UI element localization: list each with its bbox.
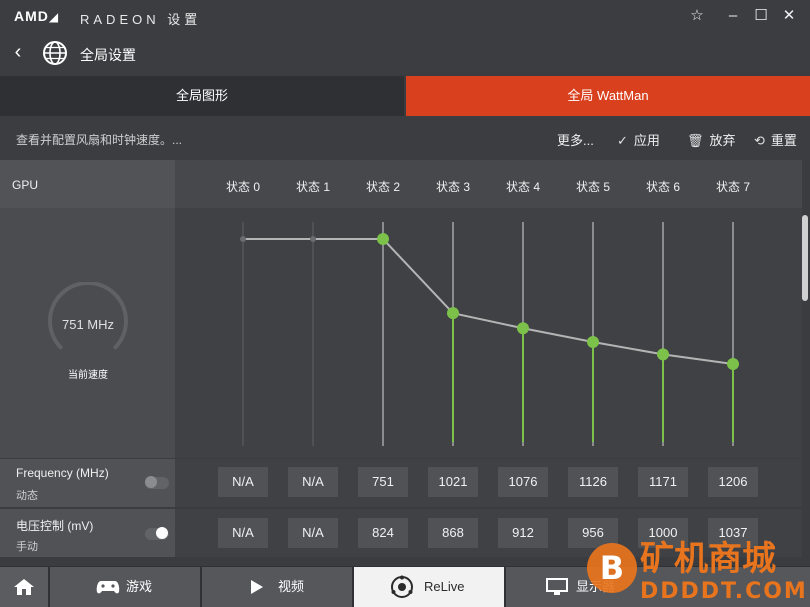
frequency-cell-7[interactable]: 1206 bbox=[708, 467, 758, 497]
voltage-toggle[interactable] bbox=[145, 527, 169, 540]
frequency-cell-1[interactable]: N/A bbox=[288, 467, 338, 497]
favorite-star-icon[interactable]: ☆ bbox=[684, 4, 710, 28]
reset-icon: ⟲ bbox=[754, 133, 765, 148]
relive-label: ReLive bbox=[424, 579, 465, 594]
frequency-label: Frequency (MHz) bbox=[16, 466, 109, 480]
gamepad-icon bbox=[96, 581, 120, 594]
frequency-toggle-knob bbox=[145, 476, 157, 488]
toolbar-description: 查看并配置风扇和时钟速度。... bbox=[16, 133, 183, 147]
games-label: 游戏 bbox=[126, 579, 153, 594]
apply-label: 应用 bbox=[633, 133, 660, 148]
globe-icon bbox=[43, 41, 67, 65]
frequency-cell-2[interactable]: 751 bbox=[358, 467, 408, 497]
frequency-toggle[interactable] bbox=[145, 476, 169, 489]
state-label-2: 状态 2 bbox=[365, 180, 400, 194]
watermark-logo: B 矿机商城 DDDDT.COM bbox=[587, 539, 806, 604]
state-label-5: 状态 5 bbox=[575, 180, 610, 194]
state-label-6: 状态 6 bbox=[645, 180, 680, 194]
state-point-0 bbox=[240, 236, 246, 242]
reset-label: 重置 bbox=[770, 133, 797, 148]
frequency-cell-4[interactable]: 1076 bbox=[498, 467, 548, 497]
apply-button[interactable]: ✓ 应用 bbox=[617, 130, 660, 149]
voltage-cell-2[interactable]: 824 bbox=[358, 518, 408, 548]
frequency-cell-5[interactable]: 1126 bbox=[568, 467, 618, 497]
video-label: 视频 bbox=[278, 579, 305, 594]
state-label-3: 状态 3 bbox=[435, 180, 470, 194]
state-point-4[interactable] bbox=[517, 322, 529, 335]
state-label-4: 状态 4 bbox=[505, 180, 540, 194]
voltage-mode: 手动 bbox=[16, 541, 38, 553]
frequency-chart[interactable] bbox=[175, 208, 802, 458]
state-label-7: 状态 7 bbox=[715, 180, 750, 194]
trash-icon: 🗑︎ bbox=[687, 133, 704, 148]
toolbar: 查看并配置风扇和时钟速度。... 更多... ✓ 应用 🗑︎ 放弃 ⟲ 重置 bbox=[0, 116, 810, 160]
state-point-3[interactable] bbox=[447, 307, 459, 320]
close-button[interactable]: ✕ bbox=[776, 4, 802, 28]
bottom-nav-relive[interactable]: ReLive bbox=[354, 567, 504, 607]
frequency-row-label: Frequency (MHz) 动态 bbox=[0, 459, 175, 507]
discard-button[interactable]: 🗑︎ 放弃 bbox=[687, 130, 736, 149]
svg-text:矿机商城: 矿机商城 bbox=[640, 539, 776, 579]
state-point-7[interactable] bbox=[727, 358, 739, 370]
voltage-toggle-knob bbox=[156, 527, 168, 539]
more-label: 更多... bbox=[557, 133, 594, 148]
home-icon bbox=[14, 579, 34, 595]
current-speed-caption: 当前速度 bbox=[68, 370, 108, 381]
voltage-cell-0[interactable]: N/A bbox=[218, 518, 268, 548]
reset-button[interactable]: ⟲ 重置 bbox=[754, 130, 797, 149]
minimize-button[interactable]: – bbox=[720, 4, 746, 28]
tab-global-graphics[interactable]: 全局图形 bbox=[0, 76, 404, 116]
gpu-header: GPU bbox=[0, 160, 175, 208]
title-bar: AMD◢ RADEON 设置 ☆ – ☐ ✕ bbox=[0, 0, 810, 32]
amd-logo: AMD◢ bbox=[14, 8, 60, 24]
voltage-cell-4[interactable]: 912 bbox=[498, 518, 548, 548]
frequency-cell-3[interactable]: 1021 bbox=[428, 467, 478, 497]
tab-global-wattman[interactable]: 全局 WattMan bbox=[406, 76, 810, 116]
more-button[interactable]: 更多... bbox=[557, 130, 594, 149]
bottom-nav-home[interactable] bbox=[0, 567, 48, 607]
page-title: 全局设置 bbox=[80, 47, 136, 63]
maximize-button[interactable]: ☐ bbox=[748, 4, 774, 28]
voltage-row-label: 电压控制 (mV) 手动 bbox=[0, 509, 175, 557]
relive-icon bbox=[391, 575, 413, 598]
frequency-series-line bbox=[243, 238, 734, 365]
bottom-nav-video[interactable]: 视频 bbox=[202, 567, 352, 607]
voltage-label: 电压控制 (mV) bbox=[16, 519, 94, 533]
state-point-6[interactable] bbox=[657, 348, 669, 361]
frequency-cell-0[interactable]: N/A bbox=[218, 467, 268, 497]
current-speed-value: 751 MHz bbox=[61, 317, 115, 332]
nav-bar: ‹ 全局设置 bbox=[0, 32, 810, 74]
app-name: RADEON 设置 bbox=[80, 12, 202, 27]
play-icon bbox=[251, 580, 263, 594]
state-point-5[interactable] bbox=[587, 336, 599, 349]
voltage-cell-1[interactable]: N/A bbox=[288, 518, 338, 548]
frequency-cell-6[interactable]: 1171 bbox=[638, 467, 688, 497]
svg-text:B: B bbox=[600, 549, 624, 587]
scrollbar-thumb[interactable] bbox=[802, 215, 808, 301]
bottom-nav-games[interactable]: 游戏 bbox=[50, 567, 200, 607]
monitor-icon bbox=[546, 578, 568, 595]
svg-text:DDDDT.COM: DDDDT.COM bbox=[640, 579, 806, 604]
back-button[interactable]: ‹ bbox=[8, 40, 28, 66]
state-label-0: 状态 0 bbox=[225, 180, 260, 194]
state-point-2[interactable] bbox=[377, 233, 389, 245]
frequency-mode: 动态 bbox=[16, 490, 38, 502]
gpu-label: GPU bbox=[12, 178, 39, 192]
state-point-1 bbox=[310, 236, 316, 242]
checkmark-icon: ✓ bbox=[617, 133, 628, 148]
voltage-cell-3[interactable]: 868 bbox=[428, 518, 478, 548]
discard-label: 放弃 bbox=[709, 133, 736, 148]
state-label-1: 状态 1 bbox=[295, 180, 330, 194]
